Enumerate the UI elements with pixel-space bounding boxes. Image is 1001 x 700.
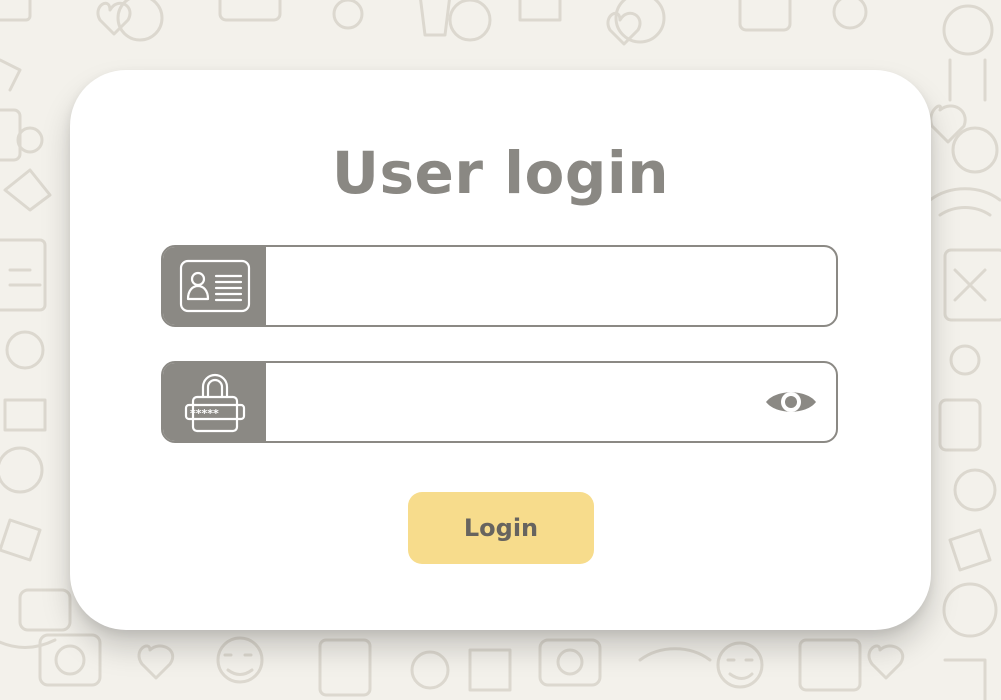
username-field[interactable] [161, 245, 838, 327]
id-card-icon [179, 259, 250, 313]
password-icon-box: ***** [163, 363, 266, 441]
password-input[interactable] [266, 363, 756, 441]
password-field[interactable]: ***** [161, 361, 838, 443]
eye-icon[interactable] [764, 385, 818, 419]
username-icon-box [163, 247, 266, 325]
login-button[interactable]: Login [408, 492, 594, 564]
svg-text:*****: ***** [190, 407, 219, 420]
page-title: User login [331, 139, 670, 207]
padlock-icon: ***** [184, 373, 245, 433]
username-input[interactable] [266, 247, 836, 325]
